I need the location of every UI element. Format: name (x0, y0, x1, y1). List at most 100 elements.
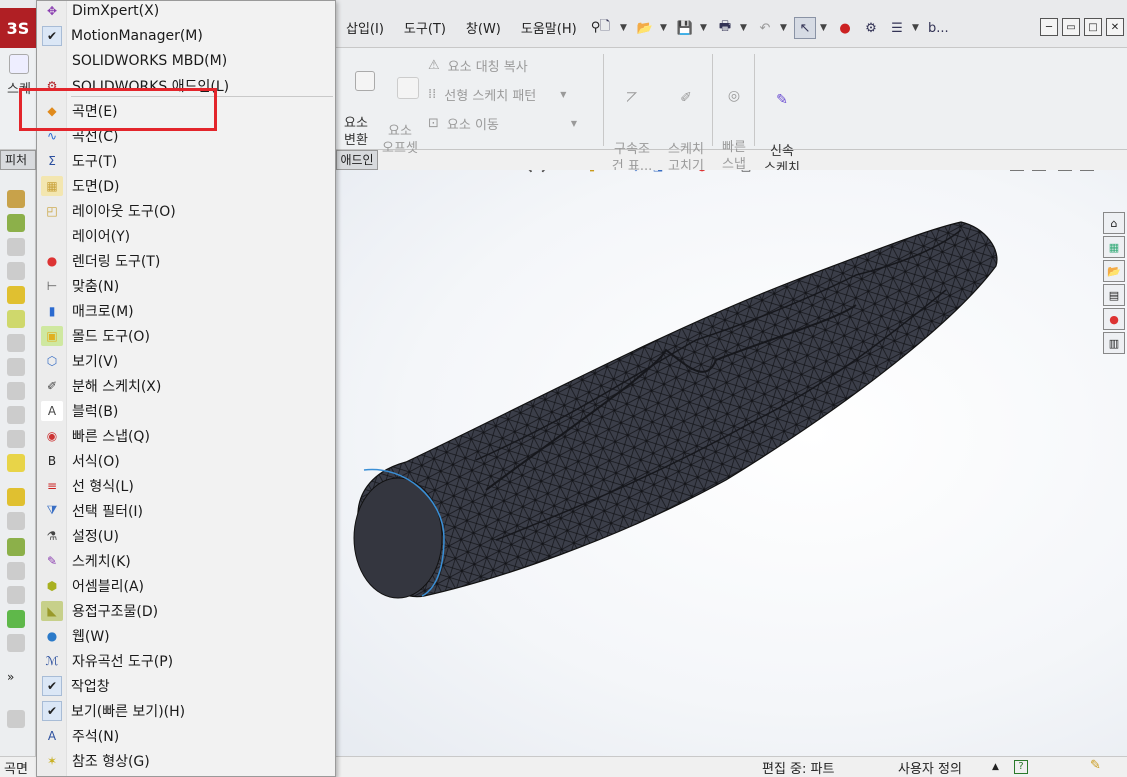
rebuild-tag-icon[interactable]: ✎ (1090, 758, 1101, 773)
zoom-to-fit-icon[interactable]: 🔍 (518, 170, 534, 174)
dynamic-annotation-icon[interactable]: ✦ (606, 170, 622, 174)
menu-item[interactable]: Σ 도구(T) (37, 148, 335, 173)
solidworks-resources-icon[interactable]: ⌂ (1103, 212, 1125, 234)
menu-item[interactable]: ● 렌더링 도구(T) (37, 248, 335, 273)
file-properties-icon[interactable]: ☰ (886, 17, 908, 39)
menu-insert[interactable]: 삽입(I) (336, 18, 394, 37)
traffic-light-icon[interactable]: ● (834, 17, 856, 39)
menu-item[interactable]: A 주석(N) (37, 723, 335, 748)
menu-item[interactable]: ⊢ 맞춤(N) (37, 273, 335, 298)
design-library-icon[interactable]: ▦ (1103, 236, 1125, 258)
menu-help[interactable]: 도움말(H) (511, 18, 587, 37)
restore-icon[interactable]: ▭ (1062, 18, 1080, 36)
menu-item[interactable]: ✎ 스케치(K) (37, 548, 335, 573)
extrude-tool-icon[interactable] (7, 286, 25, 304)
menu-item[interactable]: ● 웹(W) (37, 623, 335, 648)
viewport-minimize-icon[interactable]: ─ (1058, 170, 1072, 171)
select-arrow-icon[interactable]: ↖ (794, 17, 816, 39)
menu-item[interactable]: ◣ 용접구조물(D) (37, 598, 335, 623)
minimize-icon[interactable]: ─ (1040, 18, 1058, 36)
options-icon[interactable]: ⚙ (860, 17, 882, 39)
menu-item[interactable]: ✶ 참조 형상(G) (37, 748, 335, 773)
menu-item[interactable]: ⧩ 선택 필터(I) (37, 498, 335, 523)
previous-view-icon[interactable]: ↶ (562, 170, 578, 174)
model-body[interactable] (357, 221, 998, 598)
menu-item[interactable]: ✔ MotionManager(M) (37, 23, 335, 48)
file-explorer-icon[interactable]: 📂 (1103, 260, 1125, 282)
appearance-icon[interactable]: ● (694, 170, 710, 174)
menu-item[interactable]: ✥ DimXpert(X) (37, 0, 335, 23)
close-icon[interactable]: ✕ (1106, 18, 1124, 36)
surface-fill-icon[interactable] (7, 610, 25, 628)
menu-item[interactable]: ⚗ 설정(U) (37, 523, 335, 548)
help-icon[interactable]: ? (1014, 760, 1028, 774)
print-icon[interactable]: 🖶 (714, 17, 736, 39)
solidworks-logo[interactable]: 3S (0, 8, 36, 48)
menu-item[interactable]: ◰ 레이아웃 도구(O) (37, 198, 335, 223)
menu-item[interactable]: ◉ 빠른 스냅(Q) (37, 423, 335, 448)
menu-item[interactable]: B 서식(O) (37, 448, 335, 473)
revolve-tool-icon[interactable] (7, 310, 25, 328)
move-dropdown-icon[interactable]: ▼ (571, 119, 577, 128)
menu-item[interactable]: ▣ 몰드 도구(O) (37, 323, 335, 348)
expand-down-icon[interactable]: » (7, 670, 25, 688)
select-dropdown-icon[interactable]: ▼ (820, 23, 830, 33)
menu-item-label: MotionManager(M) (71, 27, 203, 44)
menu-item[interactable]: ▮ 매크로(M) (37, 298, 335, 323)
units-status[interactable]: 사용자 정의 (898, 758, 962, 777)
undo-icon[interactable]: ↶ (754, 17, 776, 39)
view-orientation-icon[interactable]: ◈ (628, 170, 644, 174)
menu-item[interactable]: ≡ 선 형식(L) (37, 473, 335, 498)
move-entities-button[interactable]: ⊡ 요소 이동 ▼ (428, 114, 577, 133)
3d-sketch-icon[interactable] (7, 190, 25, 208)
viewport-link-icon[interactable]: ◫ (1032, 170, 1046, 171)
menu-item[interactable]: ℳ 자유곡선 도구(P) (37, 648, 335, 673)
print-dropdown-icon[interactable]: ▼ (740, 23, 750, 33)
section-view-icon[interactable]: ▮ (584, 170, 600, 174)
custom-properties-icon[interactable]: ▥ (1103, 332, 1125, 354)
hide-show-icon[interactable]: 👓 (672, 170, 688, 174)
mirror-entities-button[interactable]: ⚠ 요소 대칭 복사 (428, 56, 528, 75)
viewport-restore-icon[interactable]: ▭ (1080, 170, 1094, 171)
menu-item[interactable]: ✔ 작업창 (37, 673, 335, 698)
sketch-tool-icon[interactable] (7, 454, 25, 472)
graphics-viewport[interactable]: 🔍 🔎 ↶ ▮ ✦ ◈ ◨ 👓 ● ✿ ▣ ◫ ◫ ─ ▭ ✕ ⌂ ▦ 📂 ▤ … (336, 170, 1127, 756)
undo-dropdown-icon[interactable]: ▼ (780, 23, 790, 33)
viewport-close-icon[interactable]: ✕ (1102, 170, 1116, 171)
view-palette-icon[interactable]: ▤ (1103, 284, 1125, 306)
account-label[interactable]: b... (926, 17, 951, 39)
viewport-split-icon[interactable]: ◫ (1010, 170, 1024, 171)
zoom-area-icon[interactable]: 🔎 (540, 170, 556, 174)
new-document-icon[interactable]: 🗋 (594, 17, 616, 39)
scene-icon[interactable]: ✿ (716, 170, 732, 174)
menu-item[interactable]: ✐ 분해 스케치(X) (37, 373, 335, 398)
menu-item[interactable]: A 블럭(B) (37, 398, 335, 423)
appearances-icon[interactable]: ● (1103, 308, 1125, 330)
menu-item[interactable]: 레이어(Y) (37, 223, 335, 248)
pattern-dropdown-icon[interactable]: ▼ (560, 90, 566, 99)
menu-tools[interactable]: 도구(T) (394, 18, 456, 37)
open-folder-icon[interactable]: 📂 (634, 17, 656, 39)
tab-addins[interactable]: 애드인 (336, 150, 378, 170)
menu-item[interactable]: ⬡ 보기(V) (37, 348, 335, 373)
save-dropdown-icon[interactable]: ▼ (700, 23, 710, 33)
weldment-tool-icon[interactable] (7, 214, 25, 232)
tab-features[interactable]: 피처 (0, 150, 36, 170)
display-style-icon[interactable]: ◨ (650, 170, 666, 174)
menu-window[interactable]: 창(W) (456, 18, 511, 37)
linear-pattern-button[interactable]: ⁞⁞ 선형 스케치 패턴 ▼ (428, 85, 566, 104)
surface-revolve-icon[interactable] (7, 538, 25, 556)
surface-model[interactable] (336, 170, 1127, 756)
open-dropdown-icon[interactable]: ▼ (660, 23, 670, 33)
surface-extrude-icon[interactable] (7, 488, 25, 506)
save-icon[interactable]: 💾 (674, 17, 696, 39)
view-settings-icon[interactable]: ▣ (738, 170, 754, 174)
menu-item[interactable]: ✔ 보기(빠른 보기)(H) (37, 698, 335, 723)
menu-item[interactable]: ⬢ 어셈블리(A) (37, 573, 335, 598)
properties-dropdown-icon[interactable]: ▼ (912, 23, 922, 33)
units-dropdown-icon[interactable]: ▲ (992, 762, 999, 772)
maximize-icon[interactable]: □ (1084, 18, 1102, 36)
menu-item[interactable]: ▦ 도면(D) (37, 173, 335, 198)
menu-item[interactable]: SOLIDWORKS MBD(M) (37, 48, 335, 73)
new-dropdown-icon[interactable]: ▼ (620, 23, 630, 33)
